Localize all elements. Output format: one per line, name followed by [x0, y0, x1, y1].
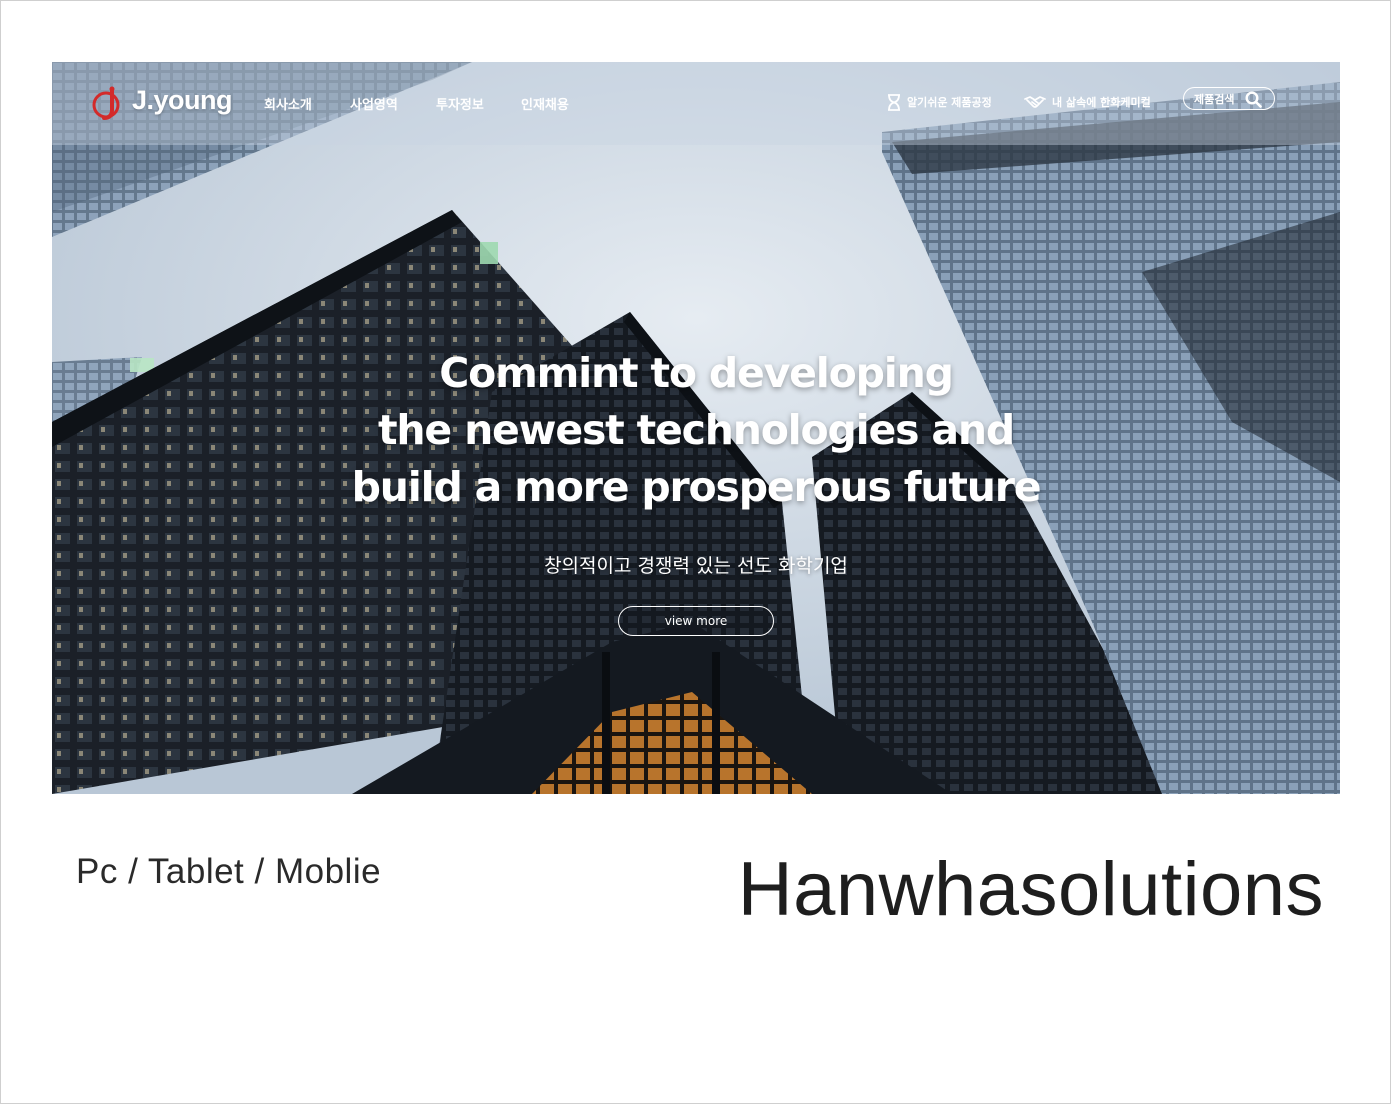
hero-title-line-1: Commint to developing	[439, 349, 954, 397]
product-process-label: 알기쉬운 제품공정	[907, 96, 992, 109]
logo-mark-icon	[92, 86, 120, 120]
life-label: 내 삶속에 한화케미컬	[1052, 96, 1151, 109]
hero-title: Commint to developing the newest technol…	[246, 345, 1146, 516]
hourglass-icon	[888, 93, 900, 111]
product-search-label: 제품검색	[1194, 92, 1235, 106]
site-header: J.young 회사소개 사업영역 투자정보 인재채용 알기쉬운 제품공정 내 …	[52, 62, 1340, 145]
product-process-link[interactable]: 알기쉬운 제품공정	[887, 92, 992, 112]
device-caption: Pc / Tablet / Moblie	[76, 852, 382, 891]
product-search-button[interactable]: 제품검색	[1183, 87, 1275, 110]
hero-subtitle: 창의적이고 경쟁력 있는 선도 화학기업	[544, 555, 848, 577]
nav-item-business[interactable]: 사업영역	[350, 94, 398, 113]
view-more-button[interactable]: view more	[618, 606, 774, 636]
website-screenshot: J.young 회사소개 사업영역 투자정보 인재채용 알기쉬운 제품공정 내 …	[52, 62, 1340, 794]
search-icon	[1245, 91, 1262, 108]
hero-title-line-2: the newest technologies and	[378, 406, 1015, 454]
nav-item-investment[interactable]: 투자정보	[436, 94, 484, 113]
site-logo[interactable]: J.young	[90, 84, 233, 124]
nav-item-careers[interactable]: 인재채용	[521, 94, 569, 113]
logo-text: J.young	[132, 85, 233, 115]
nav-item-company[interactable]: 회사소개	[264, 94, 312, 113]
handshake-icon	[1024, 96, 1046, 108]
hero-title-line-3: build a more prosperous future	[351, 463, 1042, 511]
project-title: Hanwhasolutions	[737, 847, 1324, 932]
life-link[interactable]: 내 삶속에 한화케미컬	[1024, 92, 1151, 112]
